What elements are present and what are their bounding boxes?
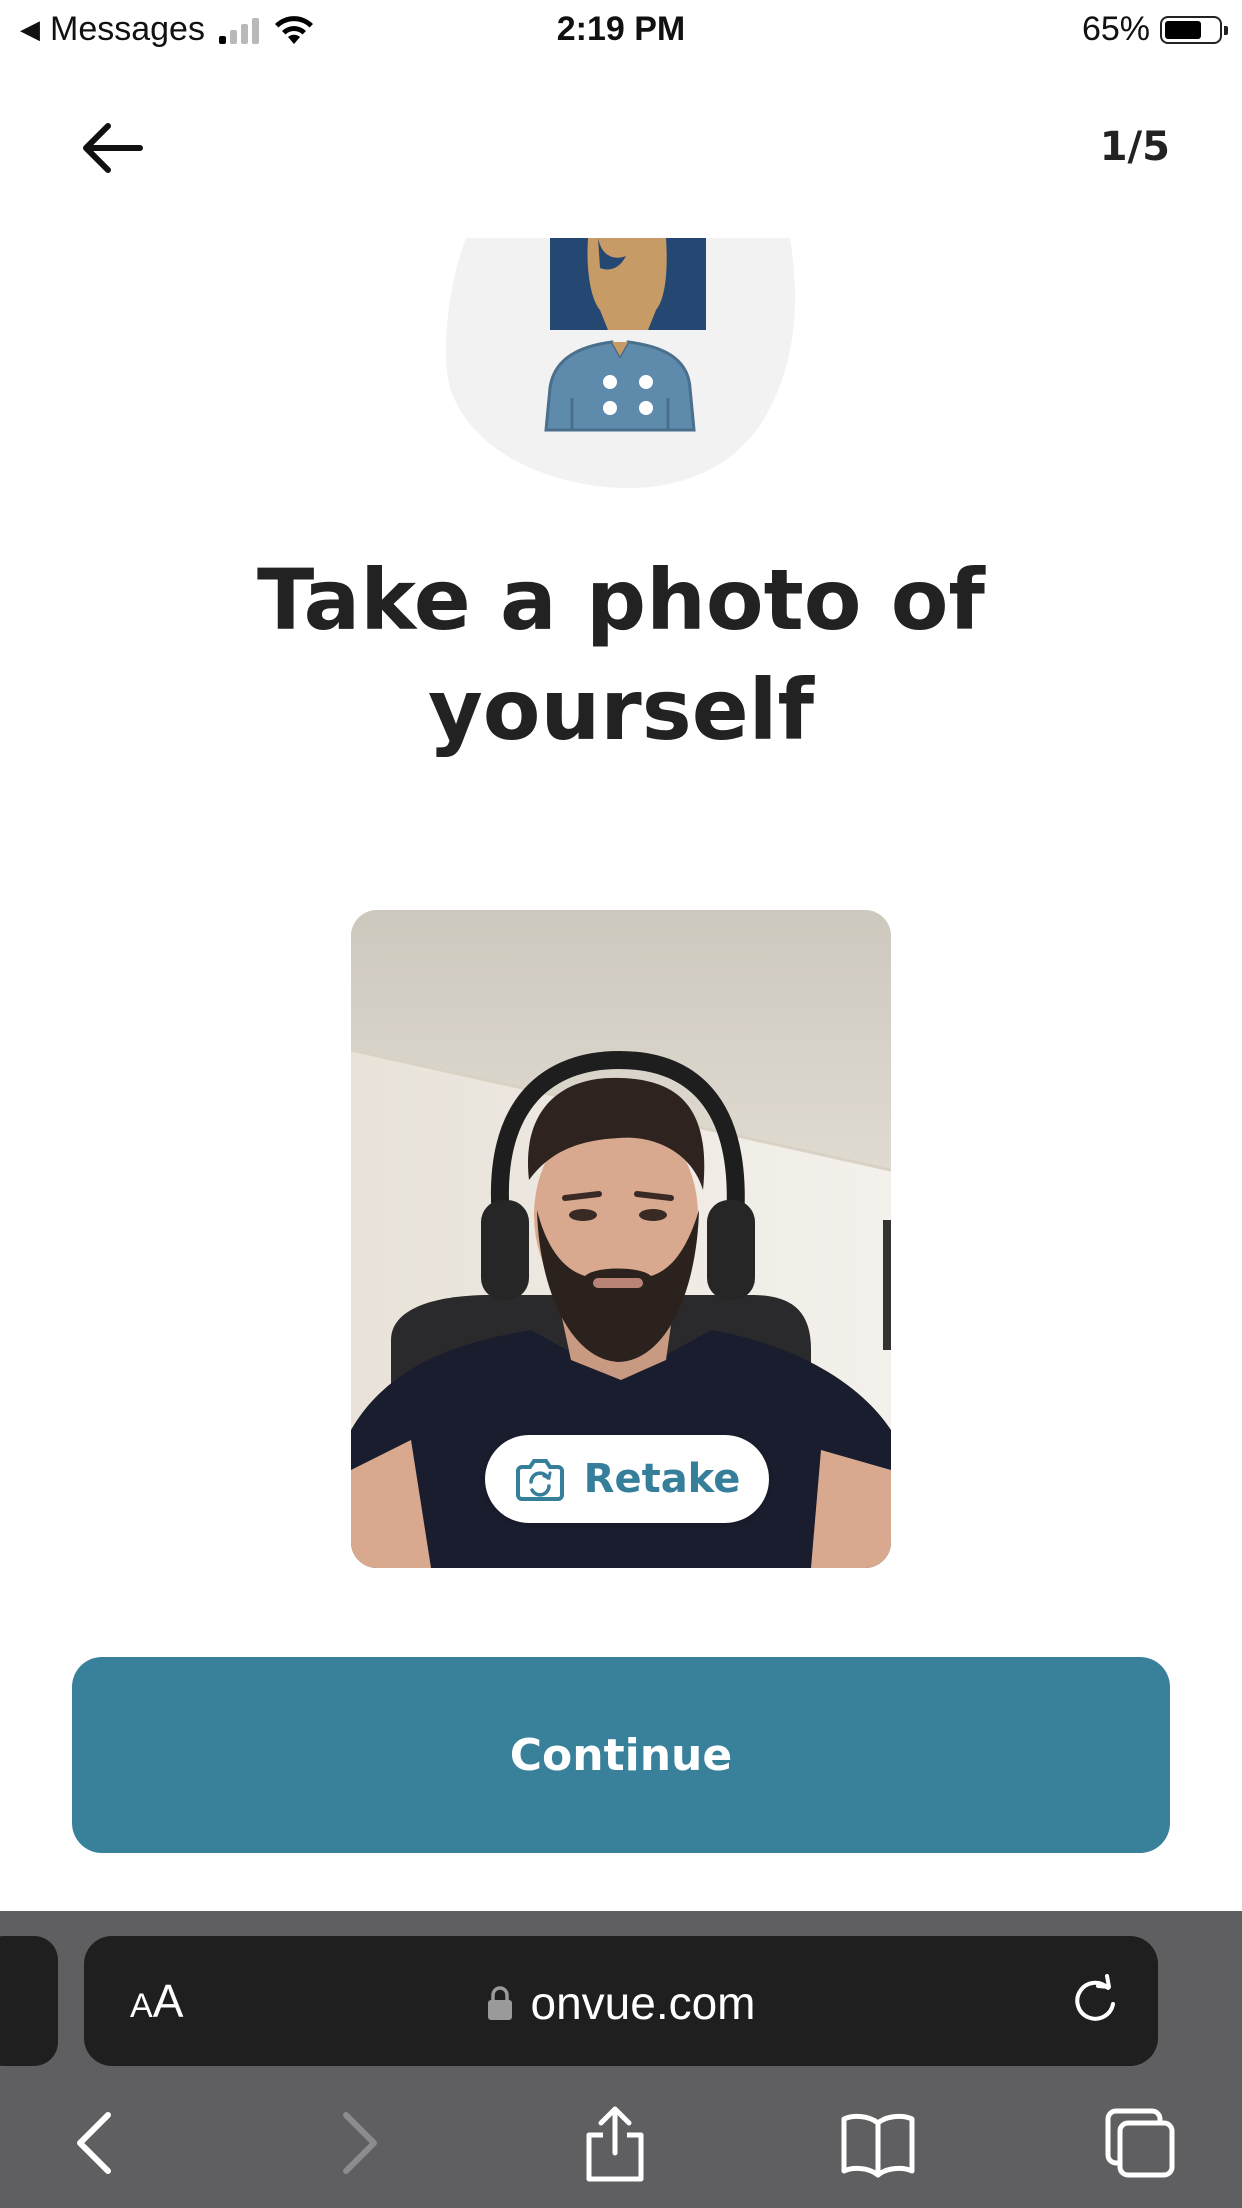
selfie-illustration xyxy=(445,238,796,489)
url-text: onvue.com xyxy=(530,1977,756,2029)
status-bar: ◀ Messages 2:19 PM 65% xyxy=(0,0,1242,62)
bookmarks-button[interactable] xyxy=(838,2103,918,2183)
browser-toolbar: AA onvue.com xyxy=(0,1911,1242,2208)
continue-button[interactable]: Continue xyxy=(72,1657,1170,1853)
page-title: Take a photo of yourself xyxy=(0,545,1242,765)
battery-icon xyxy=(1160,15,1228,44)
reload-button[interactable] xyxy=(1068,1974,1122,2028)
camera-rotate-icon xyxy=(515,1459,564,1501)
retake-button[interactable]: Retake xyxy=(485,1435,769,1523)
reload-icon xyxy=(1075,1974,1115,2021)
chevron-right-icon xyxy=(343,2112,377,2174)
browser-back-button[interactable] xyxy=(58,2103,138,2183)
address-bar[interactable]: AA onvue.com xyxy=(84,1936,1158,2066)
tabs-button[interactable] xyxy=(1100,2103,1180,2183)
back-button[interactable] xyxy=(78,118,148,178)
step-counter: 1/5 xyxy=(1099,124,1170,170)
chevron-left-icon xyxy=(77,2112,111,2174)
page-title-text: Take a photo of yourself xyxy=(257,551,985,759)
previous-tab-peek[interactable] xyxy=(0,1936,58,2066)
share-icon xyxy=(586,2106,644,2182)
battery-percentage: 65% xyxy=(1081,10,1150,48)
status-right: 65% xyxy=(1081,10,1228,49)
clock: 2:19 PM xyxy=(556,10,686,48)
continue-label: Continue xyxy=(509,1729,733,1781)
browser-nav-row xyxy=(0,2103,1242,2193)
browser-forward-button[interactable] xyxy=(316,2103,396,2183)
book-icon xyxy=(841,2113,915,2178)
lock-icon xyxy=(488,1986,513,2020)
url-display[interactable]: onvue.com xyxy=(84,1976,1158,2030)
retake-label: Retake xyxy=(583,1456,741,1502)
arrow-left-icon xyxy=(83,123,143,173)
share-button[interactable] xyxy=(575,2103,655,2183)
tabs-icon xyxy=(1105,2108,1175,2178)
